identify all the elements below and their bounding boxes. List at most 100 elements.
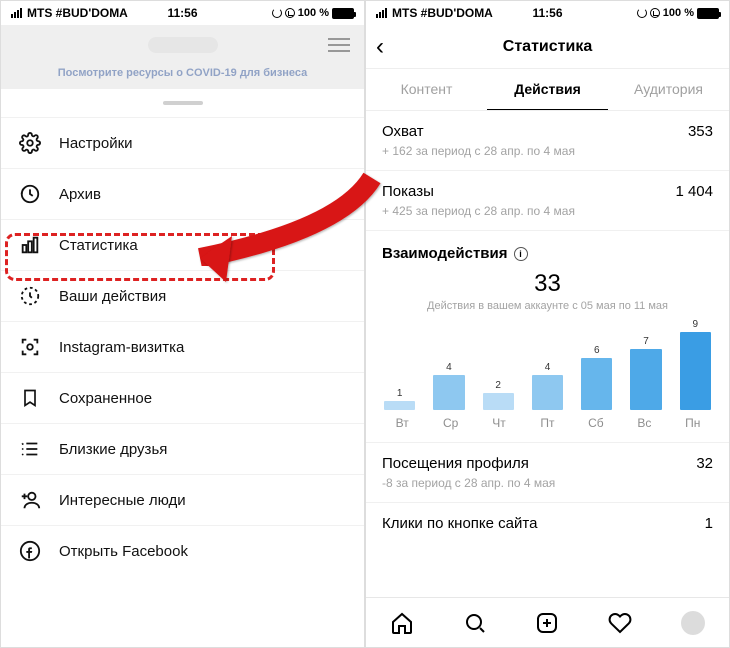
stat-impressions[interactable]: Показы 1 404 + 425 за период с 28 апр. п… — [366, 171, 729, 231]
clock-icon — [19, 183, 41, 205]
back-button[interactable]: ‹ — [376, 33, 384, 61]
tab-actions[interactable]: Действия — [487, 69, 608, 110]
chart-xaxis: ВтСрЧтПтСбВсПн — [366, 410, 729, 443]
activity-icon — [19, 285, 41, 307]
stat-value: 32 — [696, 455, 713, 472]
bar — [680, 332, 711, 410]
create-icon[interactable] — [534, 610, 560, 636]
interactions-sub: Действия в вашем аккаунте с 05 мая по 11… — [366, 300, 729, 312]
menu-icon[interactable] — [328, 38, 350, 52]
status-bar: MTS #BUD'DOMA 11:56 100 % — [366, 1, 729, 25]
stat-value: 353 — [688, 123, 713, 140]
menu-label: Близкие друзья — [59, 441, 167, 458]
xaxis-label: Ср — [426, 416, 474, 430]
bar-value-label: 4 — [446, 362, 452, 373]
menu-item-archive[interactable]: Архив — [1, 168, 364, 219]
stat-label: Клики по кнопке сайта — [382, 515, 537, 532]
chart-bar: 7 — [624, 336, 667, 410]
bar-value-label: 4 — [545, 362, 551, 373]
menu-sheet: Настройки Архив Статистика Ваши действия… — [1, 93, 364, 586]
avatar — [681, 611, 705, 635]
phone-right: MTS #BUD'DOMA 11:56 100 % ‹ Статистика К… — [365, 0, 730, 648]
chart-bar: 4 — [427, 362, 470, 410]
stat-label: Показы — [382, 183, 434, 200]
stat-reach[interactable]: Охват 353 + 162 за период с 28 апр. по 4… — [366, 111, 729, 171]
bottom-nav — [366, 597, 729, 647]
alarm-icon — [650, 8, 660, 18]
menu-item-saved[interactable]: Сохраненное — [1, 372, 364, 423]
stat-value: 1 404 — [675, 183, 713, 200]
menu-label: Instagram-визитка — [59, 339, 184, 356]
stats-icon — [19, 234, 41, 256]
list-star-icon — [19, 438, 41, 460]
menu-item-close-friends[interactable]: Близкие друзья — [1, 423, 364, 474]
interactions-chart: 1 4 2 4 6 7 9 — [366, 320, 729, 410]
tabs: Контент Действия Аудитория — [366, 69, 729, 111]
clock-label: 11:56 — [366, 6, 729, 20]
menu-item-settings[interactable]: Настройки — [1, 117, 364, 168]
menu-item-discover-people[interactable]: Интересные люди — [1, 474, 364, 525]
menu-item-nametag[interactable]: Instagram-визитка — [1, 321, 364, 372]
menu-label: Сохраненное — [59, 390, 152, 407]
bookmark-icon — [19, 387, 41, 409]
add-user-icon — [19, 489, 41, 511]
bar-value-label: 1 — [397, 388, 403, 399]
menu-label: Настройки — [59, 135, 133, 152]
menu-item-activity[interactable]: Ваши действия — [1, 270, 364, 321]
tab-audience[interactable]: Аудитория — [608, 69, 729, 110]
menu-label: Открыть Facebook — [59, 543, 188, 560]
sheet-handle[interactable] — [163, 101, 203, 105]
chart-bar: 9 — [674, 319, 717, 410]
bar — [630, 349, 661, 410]
scan-icon — [19, 336, 41, 358]
bar — [384, 401, 415, 410]
battery-icon — [332, 8, 354, 19]
covid-banner[interactable]: Посмотрите ресурсы о COVID-19 для бизнес… — [15, 67, 350, 79]
bar — [433, 375, 464, 410]
menu-label: Статистика — [59, 237, 138, 254]
bar-value-label: 6 — [594, 345, 600, 356]
chart-bar: 1 — [378, 388, 421, 410]
xaxis-label: Пт — [523, 416, 571, 430]
page-title: Статистика — [503, 38, 592, 56]
chart-bar: 4 — [526, 362, 569, 410]
bar-value-label: 7 — [643, 336, 649, 347]
xaxis-label: Вс — [620, 416, 668, 430]
menu-label: Ваши действия — [59, 288, 166, 305]
stat-sub: + 425 за период с 28 апр. по 4 мая — [382, 204, 713, 218]
facebook-icon — [19, 540, 41, 562]
xaxis-label: Сб — [572, 416, 620, 430]
bar-value-label: 2 — [495, 380, 501, 391]
alarm-icon — [285, 8, 295, 18]
bar-value-label: 9 — [693, 319, 699, 330]
stat-site-clicks[interactable]: Клики по кнопке сайта 1 — [366, 503, 729, 544]
bar — [532, 375, 563, 410]
profile-header-dimmed: Посмотрите ресурсы о COVID-19 для бизнес… — [1, 25, 364, 89]
stat-value: 1 — [705, 515, 713, 532]
menu-item-facebook[interactable]: Открыть Facebook — [1, 525, 364, 576]
stat-label: Посещения профиля — [382, 455, 529, 472]
xaxis-label: Пн — [669, 416, 717, 430]
heart-icon[interactable] — [607, 610, 633, 636]
search-icon[interactable] — [462, 610, 488, 636]
menu-label: Архив — [59, 186, 101, 203]
menu-label: Интересные люди — [59, 492, 186, 509]
stat-profile-visits[interactable]: Посещения профиля 32 -8 за период с 28 а… — [366, 443, 729, 503]
gear-icon — [19, 132, 41, 154]
phone-left: MTS #BUD'DOMA 11:56 100 % Посмотрите рес… — [0, 0, 365, 648]
menu-item-statistics[interactable]: Статистика — [1, 219, 364, 270]
interactions-total: 33 — [366, 270, 729, 298]
stat-sub: + 162 за период с 28 апр. по 4 мая — [382, 144, 713, 158]
tab-content[interactable]: Контент — [366, 69, 487, 110]
bar — [581, 358, 612, 410]
bar — [483, 393, 514, 410]
status-bar: MTS #BUD'DOMA 11:56 100 % — [1, 1, 364, 25]
info-icon[interactable]: i — [514, 247, 528, 261]
profile-name-placeholder — [148, 37, 218, 53]
home-icon[interactable] — [389, 610, 415, 636]
battery-icon — [697, 8, 719, 19]
xaxis-label: Вт — [378, 416, 426, 430]
chart-bar: 2 — [477, 380, 520, 410]
profile-icon[interactable] — [680, 610, 706, 636]
stat-label: Охват — [382, 123, 424, 140]
